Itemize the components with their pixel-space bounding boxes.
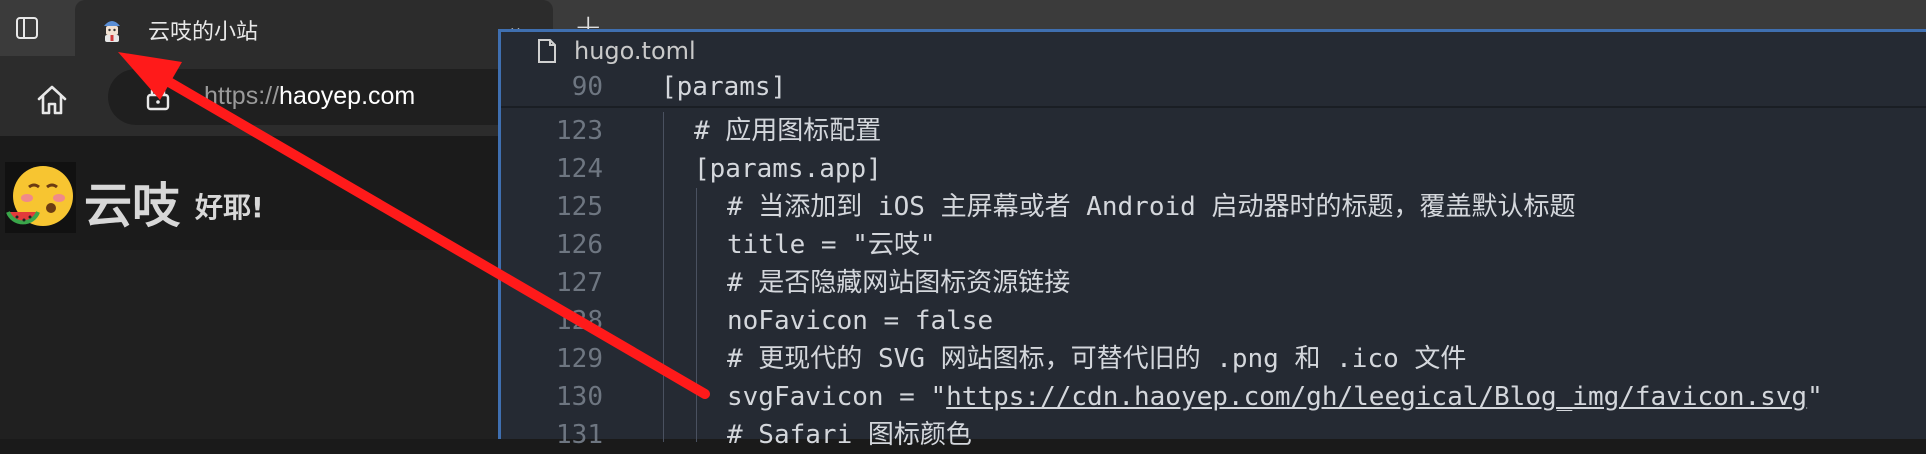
code-text: # 更现代的 SVG 网站图标，可替代旧的 .png 和 .ico 文件 xyxy=(727,344,1467,374)
code-line[interactable]: 128 noFavicon = false xyxy=(501,302,1926,340)
file-icon xyxy=(538,39,556,63)
code-text: # 应用图标配置 xyxy=(694,116,882,146)
code-url-link[interactable]: https://cdn.haoyep.com/gh/leegical/Blog_… xyxy=(946,382,1807,412)
line-number: 129 xyxy=(556,344,603,374)
line-number: 125 xyxy=(556,192,603,222)
tab-actions-button[interactable] xyxy=(8,9,45,46)
line-number: 123 xyxy=(556,116,603,146)
lock-icon[interactable] xyxy=(146,83,170,111)
code-line[interactable]: 90 [params] xyxy=(501,68,1926,106)
code-line[interactable]: 127 # 是否隐藏网站图标资源链接 xyxy=(501,264,1926,302)
editor-filename[interactable]: hugo.toml xyxy=(574,37,696,65)
url-host: haoyep.com xyxy=(279,82,416,110)
indent-guide xyxy=(663,112,664,442)
code-text: svgFavicon = "https://cdn.haoyep.com/gh/… xyxy=(727,382,1823,412)
site-logo-emoji[interactable] xyxy=(5,162,76,233)
site-name[interactable]: 云吱 xyxy=(84,166,180,236)
code-line[interactable]: 129 # 更现代的 SVG 网站图标，可替代旧的 .png 和 .ico 文件 xyxy=(501,340,1926,378)
code-text: # Safari 图标颜色 xyxy=(727,420,972,450)
line-number: 126 xyxy=(556,230,603,260)
url-scheme: https:// xyxy=(204,82,280,110)
line-number: 130 xyxy=(556,382,603,412)
line-number: 124 xyxy=(556,154,603,184)
active-tab[interactable]: 云吱的小站 ⌄ xyxy=(75,0,553,56)
line-number: 131 xyxy=(556,420,603,450)
code-text: title = "云吱" xyxy=(727,230,936,260)
code-editor-window: hugo.toml 90 [params] 123 # 应用图标配置 124 [param… xyxy=(498,29,1926,450)
code-line[interactable]: 125 # 当添加到 iOS 主屏幕或者 Android 启动器时的标题，覆盖默认… xyxy=(501,188,1926,226)
code-line[interactable]: 123 # 应用图标配置 xyxy=(501,112,1926,150)
code-line[interactable]: 130 svgFavicon = "https://cdn.haoyep.com/… xyxy=(501,378,1926,416)
code-text: # 当添加到 iOS 主屏幕或者 Android 启动器时的标题，覆盖默认标题 xyxy=(727,192,1576,222)
home-icon[interactable] xyxy=(34,82,70,118)
code-line[interactable]: 131 # Safari 图标颜色 xyxy=(501,416,1926,454)
code-text: [params] xyxy=(661,72,787,102)
url-text[interactable]: https://haoyep.com xyxy=(204,82,415,111)
line-number: 90 xyxy=(571,72,603,102)
indent-guide xyxy=(696,188,697,442)
line-number: 128 xyxy=(556,306,603,336)
code-line[interactable]: 124 [params.app] xyxy=(501,150,1926,188)
sticky-scroll-divider xyxy=(501,106,1926,108)
line-number: 127 xyxy=(556,268,603,298)
site-favicon-icon xyxy=(104,21,120,42)
site-tagline: 好耶! xyxy=(195,191,264,224)
tab-actions-icon xyxy=(15,16,38,39)
code-line[interactable]: 126 title = "云吱" xyxy=(501,226,1926,264)
tab-title: 云吱的小站 xyxy=(148,20,259,45)
code-text: [params.app] xyxy=(694,154,882,184)
code-text: # 是否隐藏网站图标资源链接 xyxy=(727,268,1071,298)
code-text: noFavicon = false xyxy=(727,306,994,336)
